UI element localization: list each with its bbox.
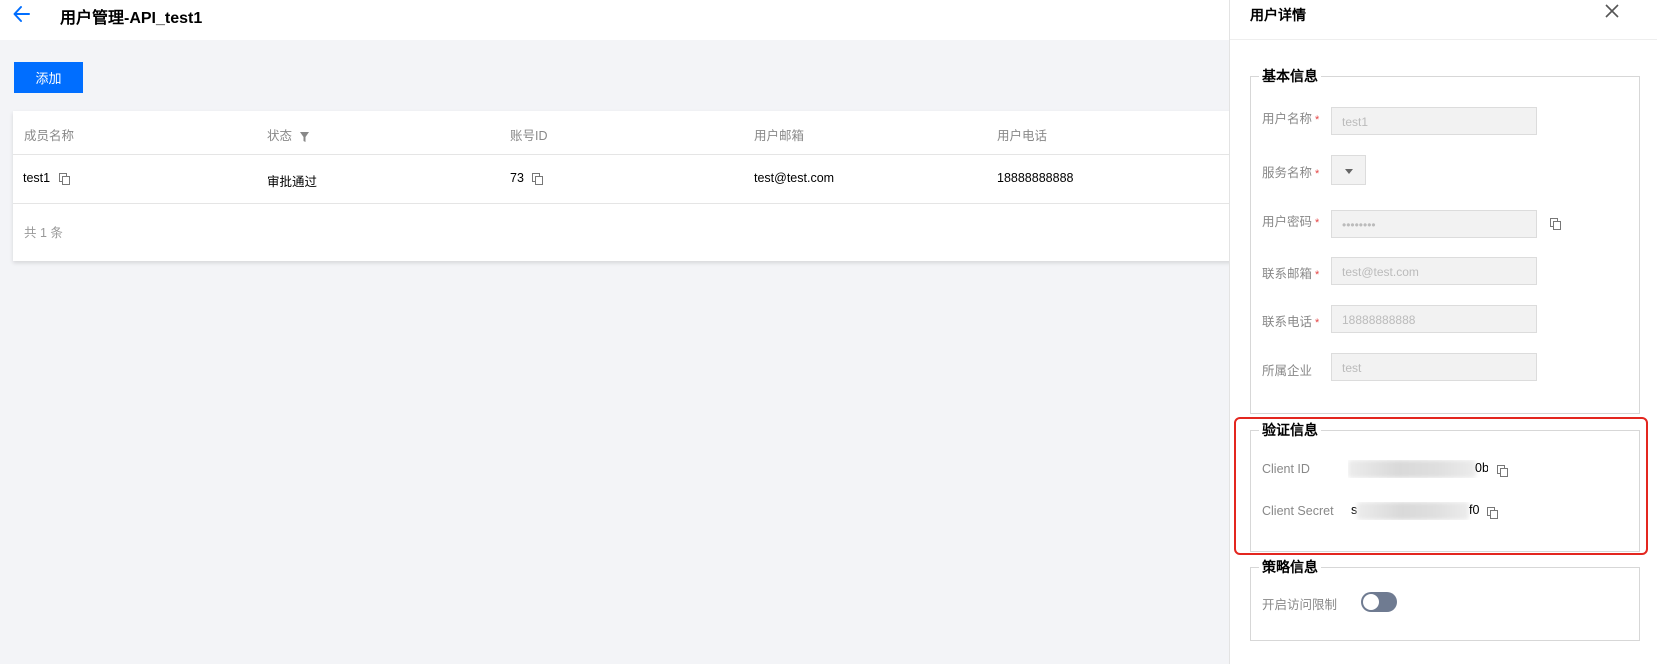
back-arrow-icon[interactable] bbox=[12, 4, 32, 24]
auth-info-section: 验证信息 bbox=[1250, 420, 1640, 552]
company-label: 所属企业 bbox=[1262, 364, 1313, 378]
email-input[interactable]: test@test.com bbox=[1331, 257, 1537, 285]
drawer-header: 用户详情 bbox=[1230, 0, 1657, 40]
members-table: 成员名称 状态 账号ID 用户邮箱 用户电话 test1 审批通过 73 tes… bbox=[13, 111, 1253, 261]
username-label: 用户名称 * bbox=[1262, 112, 1320, 126]
column-header-email: 用户邮箱 bbox=[754, 129, 805, 143]
copy-icon[interactable] bbox=[1550, 218, 1562, 230]
copy-icon[interactable] bbox=[58, 172, 71, 185]
total-count: 共 1 条 bbox=[24, 226, 63, 240]
company-input[interactable]: test bbox=[1331, 353, 1537, 381]
column-header-phone: 用户电话 bbox=[997, 129, 1048, 143]
required-mark: * bbox=[1315, 217, 1320, 229]
cell-account-id: 73 bbox=[510, 171, 544, 185]
phone-input[interactable]: 18888888888 bbox=[1331, 305, 1537, 333]
client-id-label: Client ID bbox=[1262, 462, 1310, 476]
drawer-title: 用户详情 bbox=[1250, 7, 1306, 23]
service-label: 服务名称 * bbox=[1262, 166, 1320, 180]
close-icon[interactable] bbox=[1605, 4, 1619, 18]
cell-phone: 18888888888 bbox=[997, 171, 1074, 185]
password-input[interactable]: •••••••• bbox=[1331, 210, 1537, 238]
basic-info-legend: 基本信息 bbox=[1262, 68, 1318, 84]
service-select[interactable] bbox=[1331, 155, 1366, 185]
email-label: 联系邮箱 * bbox=[1262, 267, 1320, 281]
copy-icon[interactable] bbox=[1497, 465, 1509, 477]
phone-label: 联系电话 * bbox=[1262, 315, 1320, 329]
table-row: test1 审批通过 73 test@test.com 18888888888 bbox=[13, 155, 1253, 204]
chevron-down-icon bbox=[1345, 169, 1353, 174]
copy-icon[interactable] bbox=[1487, 507, 1499, 519]
password-label: 用户密码 * bbox=[1262, 215, 1320, 229]
required-mark: * bbox=[1315, 269, 1320, 281]
user-detail-drawer: 用户详情 基本信息 用户名称 * test1 服务名称 * 用户密码 * ••••••… bbox=[1229, 0, 1657, 664]
client-secret-value: s f0 bbox=[1351, 502, 1483, 520]
cell-email: test@test.com bbox=[754, 171, 835, 185]
client-id-value: 0b bbox=[1348, 460, 1488, 478]
toggle-knob bbox=[1363, 594, 1379, 610]
username-input[interactable]: test1 bbox=[1331, 107, 1537, 135]
cell-name: test1 bbox=[23, 171, 71, 185]
redacted-mask bbox=[1348, 460, 1476, 478]
filter-icon[interactable] bbox=[299, 131, 309, 142]
column-header-status: 状态 bbox=[267, 125, 309, 144]
required-mark: * bbox=[1315, 114, 1320, 126]
page-title: 用户管理-API_test1 bbox=[60, 10, 203, 27]
auth-info-legend: 验证信息 bbox=[1262, 422, 1318, 438]
required-mark: * bbox=[1315, 317, 1320, 329]
redacted-mask bbox=[1357, 502, 1469, 520]
access-limit-label: 开启访问限制 bbox=[1262, 598, 1338, 612]
access-limit-toggle[interactable] bbox=[1361, 592, 1397, 612]
column-header-name: 成员名称 bbox=[24, 129, 75, 143]
column-header-account-id: 账号ID bbox=[510, 129, 548, 143]
required-mark: * bbox=[1315, 168, 1320, 180]
copy-icon[interactable] bbox=[532, 172, 544, 185]
add-button[interactable]: 添加 bbox=[14, 62, 83, 93]
cell-status: 审批通过 bbox=[267, 175, 318, 189]
table-header: 成员名称 状态 账号ID 用户邮箱 用户电话 bbox=[13, 111, 1253, 155]
policy-info-legend: 策略信息 bbox=[1262, 559, 1318, 575]
client-secret-label: Client Secret bbox=[1262, 504, 1334, 518]
